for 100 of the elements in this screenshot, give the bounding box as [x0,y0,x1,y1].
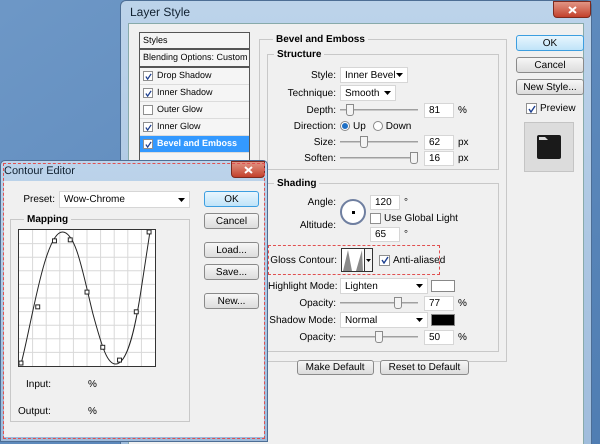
dropdown[interactable]: Lighten [340,278,428,294]
dialog-button[interactable]: Cancel [204,213,259,229]
dialog-button[interactable]: Save... [204,264,259,280]
field-label: Highlight Mode: [268,280,338,294]
field-label: Altitude: [298,219,337,233]
item-label: Bevel and Emboss [157,137,238,150]
list-header[interactable]: Styles [140,32,249,50]
dialog-button[interactable]: Make Default [296,360,374,375]
checkmark-icon [144,140,152,148]
field-label: Style: [310,68,337,82]
number-field[interactable]: 120 [370,195,400,210]
field-label: Opacity: [298,330,337,344]
caret-icon [416,318,423,322]
unit-label: % [88,405,97,419]
number-field[interactable]: 65 [370,227,400,242]
dialog-button[interactable]: Load... [204,242,259,258]
number-field[interactable]: 62 [424,134,454,150]
field-label: Input: [25,378,52,392]
slider-thumb[interactable] [375,331,383,343]
dropdown[interactable]: Wow-Chrome [59,191,190,208]
field-label: Technique: [286,86,337,100]
unit-label: ° [404,228,408,242]
color-swatch[interactable] [431,314,455,326]
checkmark-icon [144,124,152,130]
slider-thumb[interactable] [360,136,368,148]
checkmark-icon [144,72,152,80]
dialog-button[interactable]: New... [204,293,259,309]
style-list-item[interactable]: Inner Shadow [140,85,249,102]
unit-label: % [88,378,97,392]
dropdown[interactable]: Inner Bevel [340,67,408,83]
dialog-button[interactable]: Cancel [516,57,584,73]
dialog-button[interactable]: New Style... [516,79,584,95]
contour-thumbnail-icon [342,249,364,271]
slider-thumb[interactable] [346,104,354,116]
field-label: Preset: [22,193,56,207]
group-title: Bevel and Emboss [275,33,366,47]
checkbox[interactable] [143,105,153,115]
number-field[interactable]: 16 [424,150,454,166]
dialog-button[interactable]: Reset to Default [380,360,470,375]
field-label: Angle: [306,196,337,210]
checkmark-icon [528,104,536,112]
dropdown[interactable]: Normal [340,312,428,328]
slider-thumb[interactable] [394,297,402,309]
slider-track[interactable] [340,152,418,164]
radio-option[interactable]: Up [340,118,366,134]
number-field[interactable]: 77 [424,296,454,310]
style-list-item[interactable]: Drop Shadow [140,68,249,85]
unit-label: px [458,152,469,166]
checked-checkbox[interactable] [143,88,153,98]
dialog-button[interactable]: OK [516,35,584,51]
caret-icon [178,198,185,202]
unit-label: ° [404,196,408,210]
slider-track[interactable] [340,331,418,343]
checkmark-icon [144,90,152,96]
contour-picker[interactable] [341,248,373,272]
slider-track[interactable] [340,104,418,116]
slider-track[interactable] [340,297,418,309]
item-label: Inner Shadow [157,86,213,100]
item-label: Outer Glow [157,103,203,116]
list-header[interactable]: Blending Options: Custom [140,50,249,68]
number-field[interactable]: 81 [424,102,454,118]
slider-thumb[interactable] [410,152,418,164]
color-swatch[interactable] [431,280,455,292]
field-label: Direction: [292,120,337,134]
caret-icon [396,73,403,77]
caret-icon [366,258,371,262]
close-button[interactable] [553,1,591,18]
radio-button[interactable] [372,121,383,131]
group-title: Mapping [26,213,70,227]
unit-label: % [458,330,467,344]
close-icon [568,6,576,14]
checked-checkbox[interactable] [526,103,537,114]
number-field[interactable]: 50 [424,330,454,344]
angle-dial[interactable] [340,199,366,225]
field-label: Size: [312,136,337,150]
window-title: Contour Editor [4,164,75,179]
field-label: Soften: [303,152,337,166]
checkmark-icon [380,256,388,264]
checkbox-label: Anti-aliased [393,254,446,268]
checked-checkbox[interactable] [143,122,153,132]
checkbox[interactable] [370,213,381,224]
close-button[interactable] [231,161,265,178]
checkbox-label: Use Global Light [384,212,458,226]
unit-label: px [458,136,469,150]
checked-checkbox[interactable] [379,254,390,266]
checked-checkbox[interactable] [143,139,153,149]
close-icon [244,166,252,174]
dropdown[interactable]: Smooth [340,85,396,101]
style-list-item[interactable]: Outer Glow [140,102,249,119]
slider-track[interactable] [340,136,418,148]
unit-label: % [458,296,467,310]
caret-icon [416,284,423,288]
contour-curve-drawing[interactable] [18,229,156,367]
checked-checkbox[interactable] [143,71,153,81]
window-title: Layer Style [130,4,190,21]
radio-button[interactable] [340,121,350,131]
group-title: Shading [276,177,318,191]
radio-option[interactable]: Down [372,118,412,134]
dialog-button[interactable]: OK [204,191,259,207]
checkbox-label: Preview [540,102,576,116]
